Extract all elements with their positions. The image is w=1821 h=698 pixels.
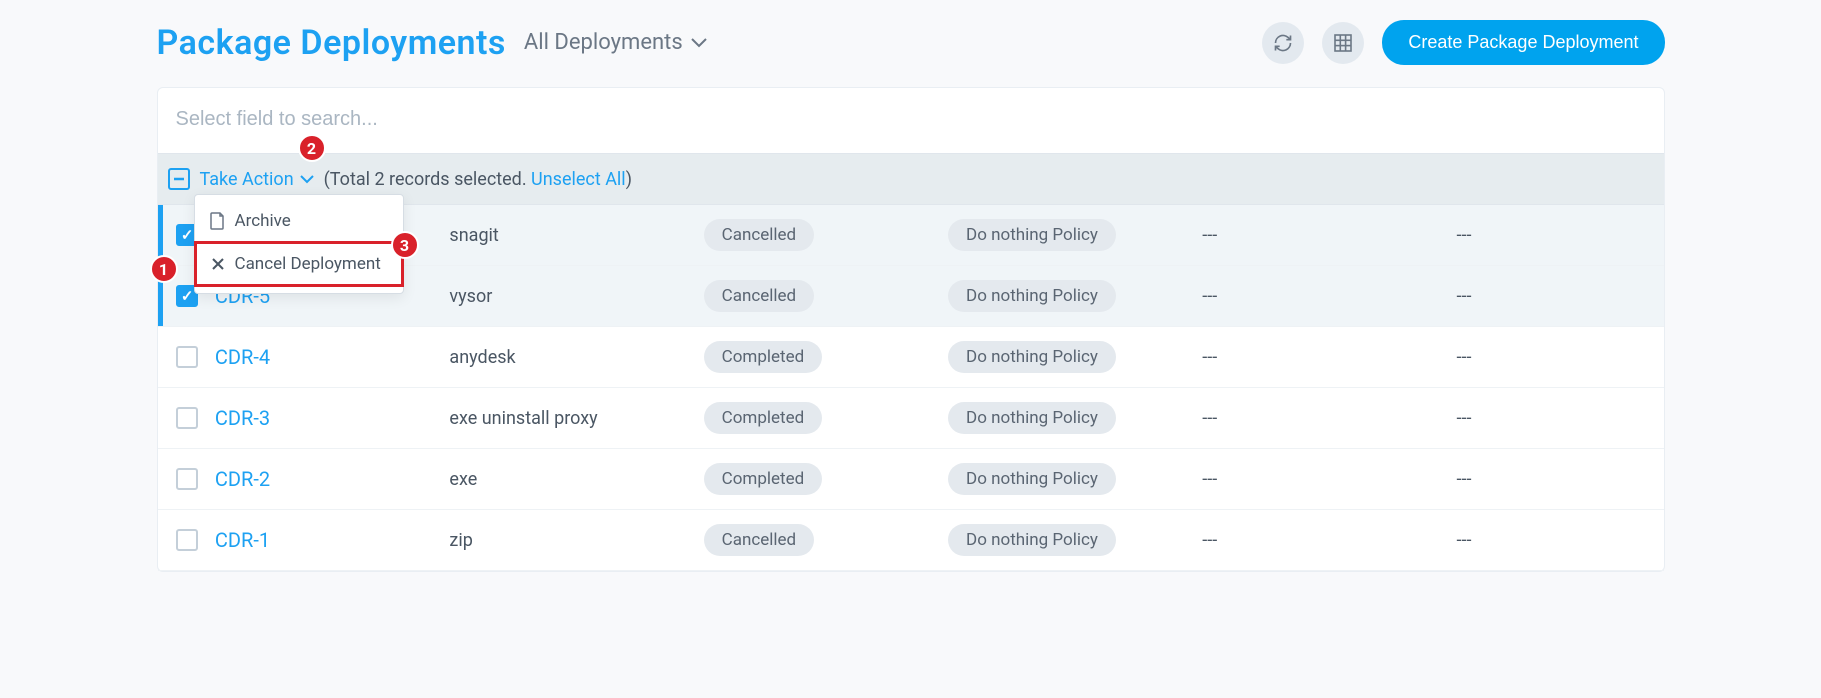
column-5: --- <box>1202 225 1448 246</box>
search-row <box>158 88 1664 153</box>
row-checkbox[interactable] <box>176 407 198 429</box>
select-all-checkbox-indeterminate[interactable] <box>168 168 190 190</box>
search-input[interactable] <box>176 108 1646 131</box>
policy-badge: Do nothing Policy <box>948 219 1116 251</box>
policy-badge: Do nothing Policy <box>948 280 1116 312</box>
column-5: --- <box>1202 469 1448 490</box>
row-checkbox[interactable] <box>176 529 198 551</box>
deployment-id-link[interactable]: CDR-2 <box>215 467 442 491</box>
close-icon <box>211 257 225 271</box>
table-row[interactable]: CDR-1 zip Cancelled Do nothing Policy --… <box>158 510 1664 571</box>
row-checkbox[interactable] <box>176 346 198 368</box>
column-5: --- <box>1202 530 1448 551</box>
minus-icon <box>173 173 185 185</box>
take-action-label: Take Action <box>200 169 294 190</box>
column-6: --- <box>1457 286 1654 307</box>
callout-marker-3: 3 <box>391 231 419 259</box>
column-6: --- <box>1457 469 1654 490</box>
unselect-all-link[interactable]: Unselect All <box>531 169 626 190</box>
column-6: --- <box>1457 225 1654 246</box>
page-title: Package Deployments <box>157 23 506 63</box>
deployment-id-link[interactable]: CDR-1 <box>215 528 442 552</box>
callout-marker-1: 1 <box>150 255 178 283</box>
grid-icon <box>1334 34 1352 52</box>
selection-summary: (Total 2 records selected. Unselect All) <box>324 169 632 190</box>
package-name: exe <box>449 469 695 490</box>
menu-item-label: Archive <box>235 211 291 231</box>
refresh-icon <box>1273 33 1293 53</box>
take-action-menu: Archive Cancel Deployment 3 <box>194 194 404 294</box>
callout-marker-2: 2 <box>298 134 326 162</box>
table-row[interactable]: CDR-3 exe uninstall proxy Completed Do n… <box>158 388 1664 449</box>
table-row[interactable]: CDR-4 anydesk Completed Do nothing Polic… <box>158 327 1664 388</box>
package-name: exe uninstall proxy <box>449 408 695 429</box>
deployment-id-link[interactable]: CDR-4 <box>215 345 442 369</box>
deployment-id-link[interactable]: CDR-3 <box>215 406 442 430</box>
status-badge: Completed <box>704 341 823 373</box>
archive-icon <box>209 212 225 230</box>
package-name: snagit <box>449 225 695 246</box>
package-name: anydesk <box>449 347 695 368</box>
status-badge: Cancelled <box>704 219 814 251</box>
status-badge: Cancelled <box>704 280 814 312</box>
menu-item-cancel-deployment[interactable]: Cancel Deployment <box>194 241 404 287</box>
bulk-action-bar: Take Action (Total 2 records selected. U… <box>158 153 1664 205</box>
column-6: --- <box>1457 347 1654 368</box>
column-5: --- <box>1202 347 1448 368</box>
column-5: --- <box>1202 286 1448 307</box>
chevron-down-icon <box>300 175 314 184</box>
row-checkbox[interactable] <box>176 468 198 490</box>
package-name: vysor <box>449 286 695 307</box>
status-badge: Completed <box>704 402 823 434</box>
filter-label: All Deployments <box>524 30 683 55</box>
column-6: --- <box>1457 530 1654 551</box>
create-package-deployment-button[interactable]: Create Package Deployment <box>1382 20 1664 65</box>
package-name: zip <box>449 530 695 551</box>
policy-badge: Do nothing Policy <box>948 463 1116 495</box>
policy-badge: Do nothing Policy <box>948 341 1116 373</box>
chevron-down-icon <box>691 38 707 48</box>
table-row[interactable]: CDR-2 exe Completed Do nothing Policy --… <box>158 449 1664 510</box>
column-5: --- <box>1202 408 1448 429</box>
policy-badge: Do nothing Policy <box>948 524 1116 556</box>
column-6: --- <box>1457 408 1654 429</box>
menu-item-archive[interactable]: Archive <box>195 201 403 241</box>
menu-item-label: Cancel Deployment <box>235 254 381 274</box>
page-header: Package Deployments All Deployments Crea… <box>157 20 1665 65</box>
refresh-button[interactable] <box>1262 22 1304 64</box>
deployments-container: Take Action (Total 2 records selected. U… <box>157 87 1665 572</box>
status-badge: Cancelled <box>704 524 814 556</box>
take-action-dropdown[interactable]: Take Action <box>200 169 314 190</box>
status-badge: Completed <box>704 463 823 495</box>
grid-view-button[interactable] <box>1322 22 1364 64</box>
policy-badge: Do nothing Policy <box>948 402 1116 434</box>
filter-dropdown[interactable]: All Deployments <box>524 30 707 55</box>
